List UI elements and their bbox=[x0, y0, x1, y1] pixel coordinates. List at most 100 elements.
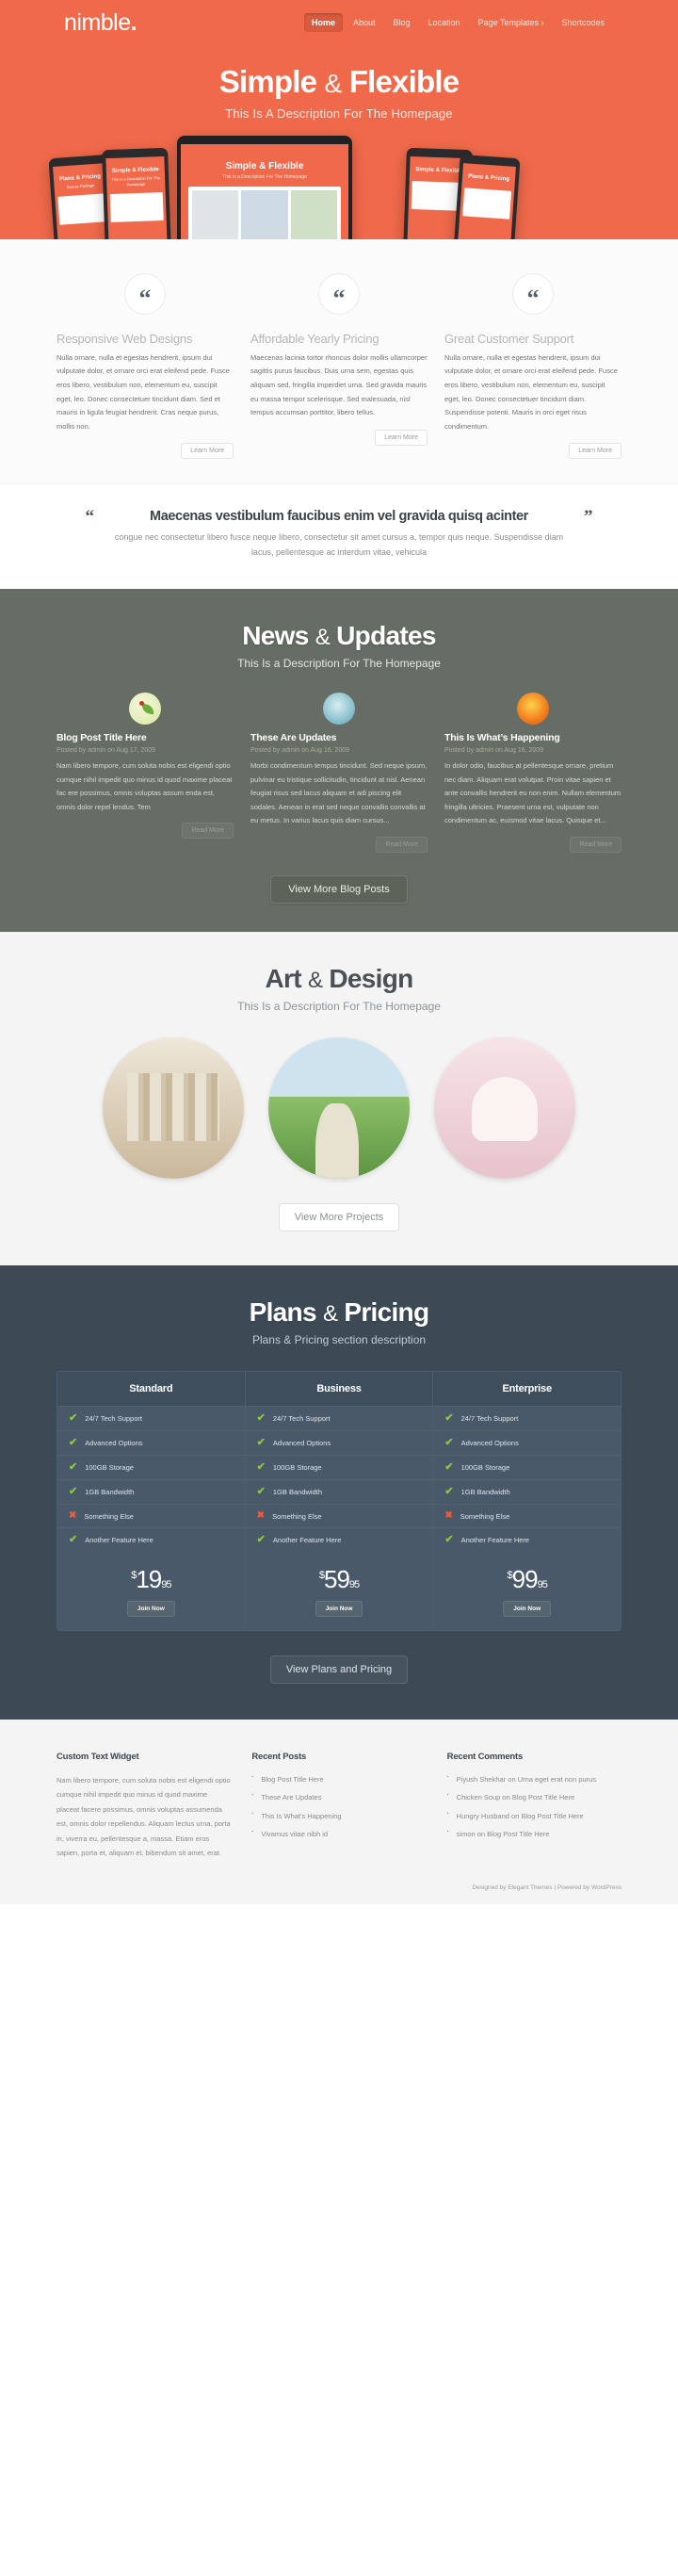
blog-post-title[interactable]: Blog Post Title Here bbox=[56, 732, 234, 743]
feature-button-wrap: Learn More bbox=[444, 433, 622, 460]
tablet-screen-content: Simple & Flexible This Is a Description … bbox=[181, 143, 348, 239]
features-columns: “ Responsive Web Designs Nulla ornare, n… bbox=[56, 272, 622, 460]
project-landscape-thumbnail[interactable] bbox=[268, 1037, 410, 1180]
project-books-thumbnail[interactable] bbox=[103, 1037, 244, 1180]
portfolio-title-second: Design bbox=[329, 964, 413, 994]
nav-item-blog[interactable]: Blog bbox=[386, 13, 418, 32]
recent-comments-list: Piyush Shekhar on Urna eget erat non pur… bbox=[447, 1773, 622, 1841]
feature-button-wrap: Learn More bbox=[250, 420, 428, 446]
hero-title: Simple & Flexible bbox=[0, 65, 678, 99]
feature-column-responsive: “ Responsive Web Designs Nulla ornare, n… bbox=[56, 272, 234, 460]
plan-feature-row: ✔ 100GB Storage bbox=[245, 1455, 433, 1479]
feature-title: Great Customer Support bbox=[444, 331, 574, 346]
flower-icon bbox=[517, 692, 549, 725]
plan-feature-label: 1GB Bandwidth bbox=[272, 1488, 323, 1497]
read-more-button[interactable]: Read More bbox=[570, 837, 622, 854]
plan-price: $5995 bbox=[246, 1552, 433, 1598]
view-more-projects-button[interactable]: View More Projects bbox=[278, 1203, 400, 1232]
list-item[interactable]: These Are Updates bbox=[251, 1791, 426, 1804]
hero-section: nimble. Home About Blog Location Page Te… bbox=[0, 0, 678, 239]
testimonial-text: Maecenas vestibulum faucibus enim vel gr… bbox=[104, 509, 574, 561]
join-now-button[interactable]: Join Now bbox=[126, 1601, 175, 1618]
plan-feature-row: ✔ Advanced Options bbox=[245, 1430, 433, 1455]
news-title-main: News bbox=[242, 620, 309, 650]
list-item[interactable]: Vivamus vitae nibh id bbox=[251, 1828, 426, 1841]
portfolio-section: Art & Design This Is a Description For T… bbox=[0, 932, 678, 1266]
pricing-subtitle: Plans & Pricing section description bbox=[251, 1333, 427, 1347]
plan-feature-label: 100GB Storage bbox=[460, 1463, 510, 1473]
pricing-table: Standard ✔ 24/7 Tech Support ✔ Advanced Op… bbox=[56, 1371, 622, 1632]
read-more-button[interactable]: Read More bbox=[182, 823, 234, 840]
plan-feature-row: ✖ Something Else bbox=[433, 1504, 621, 1527]
news-title-second: Updates bbox=[336, 620, 436, 650]
blog-post-excerpt: In dolor odio, faucibus at pellentesque … bbox=[444, 760, 622, 825]
list-item[interactable]: Blog Post Title Here bbox=[251, 1773, 426, 1786]
price-amount: 99 bbox=[511, 1565, 539, 1594]
nav-item-about[interactable]: About bbox=[346, 13, 383, 32]
cross-icon: ✖ bbox=[444, 1510, 453, 1522]
plan-cta-wrap: Join Now bbox=[57, 1598, 245, 1630]
tablet-screen: Simple & Flexible This Is a Description … bbox=[181, 143, 348, 239]
plan-feature-row: ✖ Something Else bbox=[57, 1504, 245, 1527]
nav-item-page-templates[interactable]: Page Templates › bbox=[471, 13, 552, 32]
view-more-blog-posts-button[interactable]: View More Blog Posts bbox=[270, 875, 408, 905]
nav-item-home[interactable]: Home bbox=[304, 13, 344, 32]
plan-feature-row: ✔ 24/7 Tech Support bbox=[433, 1406, 621, 1430]
feature-body: Maecenas lacinia tortor rhoncus dolor mo… bbox=[250, 352, 428, 417]
main-menu: Home About Blog Location Page Templates … bbox=[304, 13, 622, 32]
list-item[interactable]: Hungry Husband on Blog Post Title Here bbox=[447, 1810, 622, 1823]
blog-post-button-wrap: Read More bbox=[444, 828, 622, 854]
feature-body: Nulla ornare, nulla et egestas hendrerit… bbox=[56, 352, 230, 431]
phone-screen-content: Plans & Pricing Bronze Package bbox=[53, 163, 109, 225]
blog-post-list: Blog Post Title Here Posted by admin on … bbox=[56, 692, 622, 854]
plan-feature-label: Another Feature Here bbox=[85, 1536, 153, 1545]
nav-item-shortcodes[interactable]: Shortcodes bbox=[554, 13, 612, 32]
check-icon: ✔ bbox=[256, 1412, 266, 1425]
list-item[interactable]: Piyush Shekhar on Urna eget erat non pur… bbox=[447, 1773, 622, 1786]
footer-widget-recent-comments: Recent Comments Piyush Shekhar on Urna e… bbox=[447, 1752, 622, 1860]
list-item[interactable]: simon on Blog Post Title Here bbox=[447, 1828, 622, 1841]
list-item[interactable]: Chicken Soup on Blog Post Title Here bbox=[447, 1791, 622, 1804]
read-more-button[interactable]: Read More bbox=[376, 837, 428, 854]
learn-more-button[interactable]: Learn More bbox=[375, 429, 428, 446]
feature-column-pricing: “ Affordable Yearly Pricing Maecenas lac… bbox=[250, 272, 428, 460]
panel bbox=[192, 189, 239, 239]
tablet-mockup: Simple & Flexible This Is a Description … bbox=[177, 135, 352, 239]
plan-feature-row: ✔ 1GB Bandwidth bbox=[57, 1479, 245, 1504]
plan-name: Business bbox=[245, 1372, 433, 1407]
plan-feature-row: ✔ Another Feature Here bbox=[57, 1527, 245, 1552]
project-dolls-thumbnail[interactable] bbox=[434, 1037, 575, 1180]
join-now-button[interactable]: Join Now bbox=[315, 1601, 363, 1618]
phone-screen-content: Simple & Flexible This Is a Description … bbox=[105, 156, 166, 222]
phone-screen-band bbox=[109, 192, 164, 222]
check-icon: ✔ bbox=[444, 1437, 454, 1449]
check-icon: ✔ bbox=[444, 1534, 454, 1546]
list-item[interactable]: This Is What's Happening bbox=[251, 1810, 426, 1823]
view-plans-and-pricing-button[interactable]: View Plans and Pricing bbox=[269, 1655, 409, 1685]
logo-dot: . bbox=[130, 8, 137, 36]
feature-title: Responsive Web Designs bbox=[56, 331, 193, 346]
widget-title: Recent Posts bbox=[251, 1752, 307, 1763]
plan-name: Enterprise bbox=[433, 1372, 621, 1407]
plan-feature-label: 24/7 Tech Support bbox=[85, 1414, 142, 1424]
join-now-button[interactable]: Join Now bbox=[503, 1601, 552, 1618]
widget-title: Recent Comments bbox=[446, 1752, 524, 1763]
price-cents: 95 bbox=[161, 1579, 171, 1591]
price-currency: $ bbox=[507, 1570, 513, 1582]
plan-feature-label: 1GB Bandwidth bbox=[85, 1488, 135, 1497]
panel bbox=[290, 189, 337, 239]
quote-icon: “ bbox=[124, 272, 166, 315]
blog-post-title[interactable]: This Is What’s Happening bbox=[444, 732, 622, 743]
learn-more-button[interactable]: Learn More bbox=[569, 443, 622, 460]
learn-more-button[interactable]: Learn More bbox=[181, 443, 234, 460]
pricing-title-second: Pricing bbox=[344, 1297, 429, 1328]
plan-feature-row: ✔ Another Feature Here bbox=[245, 1527, 433, 1552]
check-icon: ✔ bbox=[69, 1437, 78, 1449]
nav-item-location[interactable]: Location bbox=[421, 13, 468, 32]
footer-widget-row: Custom Text Widget Nam libero tempore, c… bbox=[56, 1752, 622, 1860]
plan-feature-label: Something Else bbox=[84, 1511, 134, 1521]
blog-post-title[interactable]: These Are Updates bbox=[250, 732, 428, 743]
footer-widget-custom-text: Custom Text Widget Nam libero tempore, c… bbox=[56, 1752, 231, 1860]
plan-feature-row: ✔ 24/7 Tech Support bbox=[57, 1406, 245, 1430]
site-logo[interactable]: nimble. bbox=[56, 9, 137, 37]
